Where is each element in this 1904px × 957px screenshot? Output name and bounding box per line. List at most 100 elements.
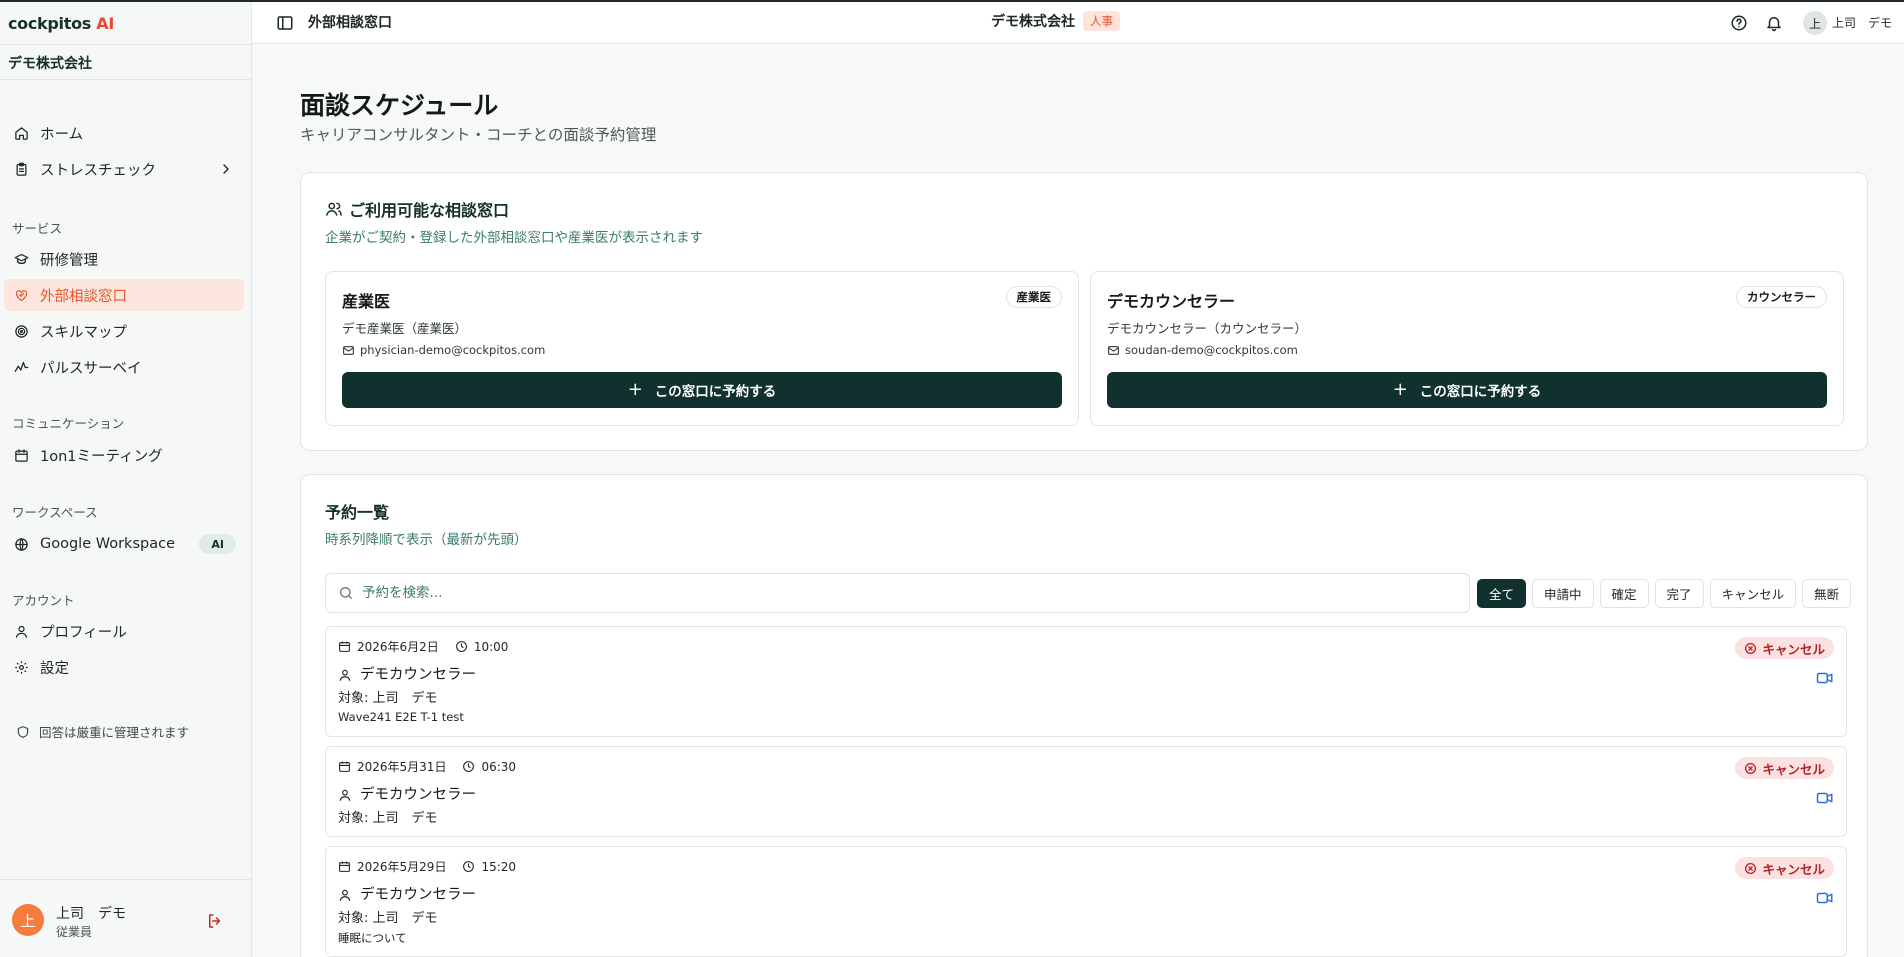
top-header: 外部相談窓口 デモ株式会社 人事 上 上司 デモ <box>252 2 1904 44</box>
consultation-detail: デモ産業医（産業医） <box>342 321 468 336</box>
consultation-email-text: soudan-demo@cockpitos.com <box>1125 343 1298 357</box>
calendar-icon <box>339 641 350 652</box>
reservation-time: 10:00 <box>473 639 509 654</box>
shield-icon <box>17 725 29 738</box>
video-icon[interactable] <box>1816 789 1834 807</box>
consultation-type-badge: 産業医 <box>1005 286 1062 308</box>
book-consultation-button[interactable]: + この窓口に予約する <box>342 372 1062 408</box>
sidebar-item-label: プロフィール <box>40 624 127 641</box>
consultation-type-badge: カウンセラー <box>1736 286 1827 308</box>
sidebar-item-label: 設定 <box>40 660 69 677</box>
reservation-time: 06:30 <box>481 759 517 774</box>
sidebar-item-training[interactable]: 研修管理 <box>4 243 244 275</box>
page-title: 面談スケジュール <box>300 91 499 120</box>
consultation-detail: デモカウンセラー（カウンセラー） <box>1107 321 1308 336</box>
user-icon <box>12 622 30 640</box>
sidebar-item-settings[interactable]: 設定 <box>4 651 244 683</box>
calendar-icon <box>339 861 350 872</box>
panel-left-icon[interactable] <box>276 14 294 32</box>
clock-icon <box>463 761 475 772</box>
book-consultation-button[interactable]: + この窓口に予約する <box>1107 372 1827 408</box>
filter-all[interactable]: 全て <box>1477 579 1527 608</box>
logo-ai-text: AI <box>96 14 115 33</box>
chevron-right-icon <box>223 164 229 174</box>
bell-icon[interactable] <box>1765 14 1783 32</box>
privacy-note: 回答は厳重に管理されます <box>16 722 189 741</box>
consultation-email: soudan-demo@cockpitos.com <box>1107 343 1298 357</box>
sidebar-item-label: ストレスチェック <box>40 162 156 179</box>
consultation-title-text: ご利用可能な相談窓口 <box>349 201 510 220</box>
reservation-counselor: デモカウンセラー <box>338 663 476 684</box>
status-badge: キャンセル <box>1735 757 1834 779</box>
section-label-workspace: ワークスペース <box>12 505 98 520</box>
reservation-search[interactable] <box>325 573 1470 613</box>
reservation-item[interactable]: 2026年5月29日 15:20 デモカウンセラー 対象: 上司 デモ 睡眠につ… <box>325 846 1847 957</box>
section-label-account: アカウント <box>12 593 75 608</box>
sidebar-item-label: 外部相談窓口 <box>40 288 127 305</box>
reservation-time: 15:20 <box>481 859 517 874</box>
status-badge: キャンセル <box>1735 857 1834 879</box>
sidebar-item-external-consultation[interactable]: 外部相談窓口 <box>4 279 244 311</box>
heart-handshake-icon <box>12 286 30 304</box>
status-text: キャンセル <box>1762 761 1825 777</box>
app-logo[interactable]: cockpitos AI <box>8 14 114 33</box>
user-icon <box>339 669 351 681</box>
header-user-name[interactable]: 上司 デモ <box>1832 14 1892 31</box>
user-icon <box>339 789 351 801</box>
sidebar-item-pulse-survey[interactable]: パルスサーベイ <box>4 351 244 383</box>
logout-icon[interactable] <box>206 912 224 930</box>
reservation-target: 対象: 上司 デモ <box>338 691 438 706</box>
sidebar-item-stress-check[interactable]: ストレスチェック <box>4 153 244 185</box>
status-text: キャンセル <box>1762 861 1825 877</box>
filter-confirmed[interactable]: 確定 <box>1599 579 1649 608</box>
filter-no-show[interactable]: 無断 <box>1802 579 1852 608</box>
sidebar-user-panel: 上 上司 デモ 従業員 <box>0 879 251 957</box>
calendar-icon <box>339 761 350 772</box>
users-icon <box>326 202 342 216</box>
reservation-date: 2026年6月2日 <box>357 640 439 654</box>
search-input[interactable] <box>362 585 1442 601</box>
x-circle-icon <box>1745 762 1757 774</box>
consultation-name: 産業医 <box>342 292 391 311</box>
video-icon[interactable] <box>1816 669 1834 687</box>
sidebar-item-label: 1on1ミーティング <box>40 448 163 465</box>
filter-completed[interactable]: 完了 <box>1654 579 1704 608</box>
video-icon[interactable] <box>1816 889 1834 907</box>
sidebar-item-skillmap[interactable]: スキルマップ <box>4 315 244 347</box>
reservation-card-title: 予約一覧 <box>325 503 390 522</box>
reservation-target: 対象: 上司 デモ <box>338 811 438 826</box>
reservation-date: 2026年5月29日 <box>357 860 447 874</box>
reservation-item[interactable]: 2026年5月31日 06:30 デモカウンセラー 対象: 上司 デモ キャンセ… <box>325 746 1847 837</box>
user-role: 従業員 <box>56 925 93 939</box>
sidebar-item-home[interactable]: ホーム <box>4 117 244 149</box>
user-icon <box>339 889 351 901</box>
ai-badge: AI <box>199 534 236 554</box>
sidebar-item-profile[interactable]: プロフィール <box>4 615 244 647</box>
counselor-name: デモカウンセラー <box>360 787 476 803</box>
avatar[interactable]: 上 <box>12 904 44 936</box>
calendar-icon <box>12 446 30 464</box>
filter-pending[interactable]: 申請中 <box>1532 579 1594 608</box>
consultation-item-counselor: デモカウンセラー カウンセラー デモカウンセラー（カウンセラー） soudan-… <box>1090 271 1844 426</box>
page-subtitle: キャリアコンサルタント・コーチとの面談予約管理 <box>300 126 657 144</box>
help-circle-icon[interactable] <box>1730 14 1748 32</box>
sidebar-item-1on1[interactable]: 1on1ミーティング <box>4 439 244 471</box>
sidebar-item-google-workspace[interactable]: Google Workspace AI <box>4 528 244 560</box>
search-icon <box>340 587 352 599</box>
globe-icon <box>12 535 30 553</box>
section-label-communication: コミュニケーション <box>12 416 125 431</box>
reservation-datetime: 2026年5月31日 06:30 <box>338 758 516 775</box>
sidebar-item-label: Google Workspace <box>40 536 175 552</box>
reservation-note: Wave241 E2E T-1 test <box>338 710 464 724</box>
header-avatar[interactable]: 上 <box>1803 11 1827 35</box>
sidebar: cockpitos AI デモ株式会社 ホーム ストレスチェック サービス 研修… <box>0 2 252 957</box>
target-icon <box>12 322 30 340</box>
status-badge: キャンセル <box>1735 637 1834 659</box>
consultation-card-desc: 企業がご契約・登録した外部相談窓口や産業医が表示されます <box>325 230 703 246</box>
reservation-card: 予約一覧 時系列降順で表示（最新が先頭） 全て 申請中 確定 完了 キャンセル … <box>300 474 1868 957</box>
consultation-name: デモカウンセラー <box>1107 292 1236 311</box>
consultation-card-title: ご利用可能な相談窓口 <box>325 197 509 221</box>
clipboard-icon <box>12 160 30 178</box>
filter-cancelled[interactable]: キャンセル <box>1709 579 1797 608</box>
reservation-item[interactable]: 2026年6月2日 10:00 デモカウンセラー 対象: 上司 デモ Wave2… <box>325 626 1847 737</box>
